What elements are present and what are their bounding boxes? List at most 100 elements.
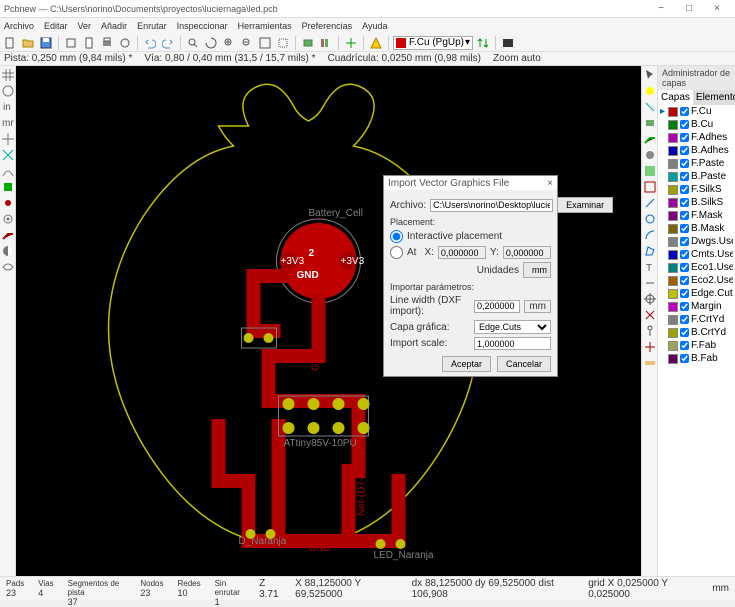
- layer-row[interactable]: F.Paste: [658, 157, 735, 170]
- hide-icon[interactable]: [1, 260, 15, 274]
- layer-visible-checkbox[interactable]: [680, 172, 689, 181]
- x-input[interactable]: [438, 246, 486, 259]
- cancelar-button[interactable]: Cancelar: [497, 356, 551, 372]
- target-icon[interactable]: [643, 292, 657, 306]
- examinar-button[interactable]: Examinar: [557, 197, 613, 213]
- layer-row[interactable]: F.CrtYd: [658, 313, 735, 326]
- polar-icon[interactable]: [1, 84, 15, 98]
- unidades-button[interactable]: mm: [523, 262, 551, 278]
- layer-row[interactable]: B.Fab: [658, 352, 735, 365]
- layer-visible-checkbox[interactable]: [680, 315, 689, 324]
- tab-elementos[interactable]: Elementos: [693, 90, 735, 105]
- scale-input[interactable]: [474, 337, 551, 350]
- dim-icon[interactable]: [643, 276, 657, 290]
- update-icon[interactable]: [343, 35, 359, 51]
- y-input[interactable]: [503, 246, 551, 259]
- pad-icon[interactable]: [1, 196, 15, 210]
- tab-capas[interactable]: Capas: [658, 90, 693, 105]
- linewidth-input[interactable]: [474, 300, 520, 313]
- redo-icon[interactable]: [160, 35, 176, 51]
- layer-visible-checkbox[interactable]: [680, 276, 689, 285]
- fill-icon[interactable]: [1, 180, 15, 194]
- settings-icon[interactable]: [63, 35, 79, 51]
- ratsnest-icon[interactable]: [1, 148, 15, 162]
- add-footprint-icon[interactable]: [643, 116, 657, 130]
- plot-icon[interactable]: [117, 35, 133, 51]
- menu-anadir[interactable]: Añadir: [101, 21, 127, 31]
- keepout-icon[interactable]: [643, 180, 657, 194]
- zoom-info[interactable]: Zoom auto: [493, 53, 541, 64]
- layer-visible-checkbox[interactable]: [680, 146, 689, 155]
- print-icon[interactable]: [99, 35, 115, 51]
- zoom-out-icon[interactable]: [239, 35, 255, 51]
- layer-visible-checkbox[interactable]: [680, 159, 689, 168]
- layer-visible-checkbox[interactable]: [680, 341, 689, 350]
- drc-icon[interactable]: [368, 35, 384, 51]
- unit-in-icon[interactable]: in: [1, 100, 15, 114]
- placement-interactive-radio[interactable]: [390, 230, 403, 243]
- line-icon[interactable]: [643, 196, 657, 210]
- text-icon[interactable]: T: [643, 260, 657, 274]
- save-icon[interactable]: [38, 35, 54, 51]
- library-icon[interactable]: [318, 35, 334, 51]
- layer-visible-checkbox[interactable]: [680, 354, 689, 363]
- new-icon[interactable]: [2, 35, 18, 51]
- dialog-close-icon[interactable]: ×: [547, 178, 553, 189]
- archivo-input[interactable]: [430, 199, 553, 212]
- track-info[interactable]: Pista: 0,250 mm (9,84 mils) *: [4, 53, 132, 64]
- via-info[interactable]: Vía: 0,80 / 0,40 mm (31,5 / 15,7 mils) *: [144, 53, 315, 64]
- layer-visible-checkbox[interactable]: [680, 133, 689, 142]
- layer-row[interactable]: F.Mask: [658, 209, 735, 222]
- layer-visible-checkbox[interactable]: [680, 211, 689, 220]
- layer-row[interactable]: Cmts.User: [658, 248, 735, 261]
- undo-icon[interactable]: [142, 35, 158, 51]
- track-icon[interactable]: [1, 228, 15, 242]
- layer-row[interactable]: F.Fab: [658, 339, 735, 352]
- placement-at-radio[interactable]: [390, 246, 403, 259]
- open-icon[interactable]: [20, 35, 36, 51]
- circle-icon[interactable]: [643, 212, 657, 226]
- layer-visible-checkbox[interactable]: [680, 198, 689, 207]
- layer-select[interactable]: F.Cu (PgUp) ▾: [393, 36, 473, 50]
- highlight-icon[interactable]: [643, 84, 657, 98]
- layer-swap-icon[interactable]: [475, 35, 491, 51]
- menu-preferencias[interactable]: Preferencias: [302, 21, 353, 31]
- layer-row[interactable]: Dwgs.User: [658, 235, 735, 248]
- script-icon[interactable]: [500, 35, 516, 51]
- close-button[interactable]: ×: [703, 1, 731, 17]
- layer-row[interactable]: B.Adhes: [658, 144, 735, 157]
- layer-visible-checkbox[interactable]: [680, 224, 689, 233]
- route-icon[interactable]: [643, 132, 657, 146]
- footprint-icon[interactable]: [300, 35, 316, 51]
- layer-row[interactable]: Margin: [658, 300, 735, 313]
- zoom-redraw-icon[interactable]: [203, 35, 219, 51]
- zoom-selection-icon[interactable]: [275, 35, 291, 51]
- local-ratsnest-icon[interactable]: [643, 100, 657, 114]
- menu-editar[interactable]: Editar: [44, 21, 68, 31]
- layer-row[interactable]: F.Adhes: [658, 131, 735, 144]
- unit-mm-icon[interactable]: mm: [1, 116, 15, 130]
- page-icon[interactable]: [81, 35, 97, 51]
- zoom-in-icon[interactable]: [221, 35, 237, 51]
- layer-row[interactable]: Eco1.User: [658, 261, 735, 274]
- menu-inspeccionar[interactable]: Inspeccionar: [177, 21, 228, 31]
- aceptar-button[interactable]: Aceptar: [442, 356, 491, 372]
- layer-visible-checkbox[interactable]: [680, 237, 689, 246]
- layer-row[interactable]: ▸F.Cu: [658, 105, 735, 118]
- anchor-icon[interactable]: [643, 324, 657, 338]
- layer-visible-checkbox[interactable]: [680, 302, 689, 311]
- poly-icon[interactable]: [643, 244, 657, 258]
- capa-select[interactable]: Edge.Cuts: [474, 320, 551, 334]
- menu-ver[interactable]: Ver: [78, 21, 92, 31]
- layer-visible-checkbox[interactable]: [680, 328, 689, 337]
- layer-row[interactable]: B.Mask: [658, 222, 735, 235]
- add-via-icon[interactable]: [643, 148, 657, 162]
- layer-row[interactable]: B.Paste: [658, 170, 735, 183]
- via-icon[interactable]: [1, 212, 15, 226]
- maximize-button[interactable]: □: [675, 1, 703, 17]
- zone-icon[interactable]: [643, 164, 657, 178]
- layer-row[interactable]: Edge.Cuts: [658, 287, 735, 300]
- cursor-icon[interactable]: [1, 132, 15, 146]
- origin-icon[interactable]: [643, 340, 657, 354]
- minimize-button[interactable]: −: [647, 1, 675, 17]
